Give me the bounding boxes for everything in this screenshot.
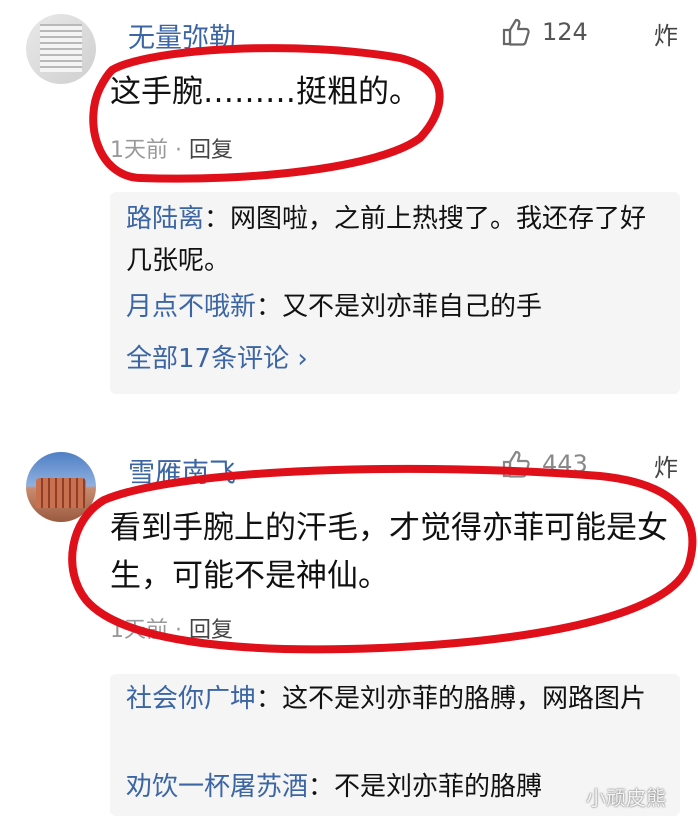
reply-username[interactable]: 月点不哦新 — [126, 292, 256, 322]
comment-meta: 1天前 · 回复 — [110, 132, 233, 164]
comment-item: 雪雁南飞 443 炸 看到手腕上的汗毛，才觉得亦菲可能是女生，可能不是神仙。 1… — [0, 438, 698, 816]
reply-item[interactable]: 劝饮一杯屠苏酒：不是刘亦菲的胳膊 — [126, 766, 666, 808]
avatar[interactable] — [26, 14, 96, 84]
replies-box: 路陆离：网图啦，之前上热搜了。我还存了好几张呢。 月点不哦新：又不是刘亦菲自己的… — [110, 192, 680, 394]
reply-separator: ： — [308, 772, 335, 802]
comment-time: 1天前 — [110, 618, 168, 643]
like-button[interactable]: 443 — [500, 448, 588, 480]
comment-username[interactable]: 无量弥勒 — [128, 16, 236, 55]
comment-text: 看到手腕上的汗毛，才觉得亦菲可能是女生，可能不是神仙。 — [110, 510, 668, 594]
reply-separator: ： — [256, 292, 283, 322]
reply-item[interactable]: 路陆离：网图啦，之前上热搜了。我还存了好几张呢。 — [126, 198, 666, 282]
boom-button[interactable]: 炸 — [654, 16, 678, 51]
reply-item[interactable]: 月点不哦新：又不是刘亦菲自己的手 — [126, 286, 666, 328]
reply-button[interactable]: 回复 — [189, 618, 233, 643]
comment-feed: 无量弥勒 124 炸 这手腕………挺粗的。 1天前 · 回复 路陆离：网图啦，之… — [0, 0, 698, 816]
like-count: 443 — [542, 450, 588, 478]
reply-username[interactable]: 路陆离 — [126, 204, 204, 234]
thumbs-up-icon — [502, 18, 530, 46]
comment-username[interactable]: 雪雁南飞 — [128, 451, 236, 490]
watermark: 小顽皮熊 — [586, 786, 666, 810]
comment-text: 这手腕………挺粗的。 — [110, 74, 420, 110]
reply-separator: ： — [256, 684, 283, 714]
comment-meta: 1天前 · 回复 — [110, 612, 233, 644]
meta-separator: · — [175, 618, 182, 643]
like-count: 124 — [542, 18, 588, 46]
reply-text: 不是刘亦菲的胳膊 — [334, 772, 543, 802]
comment-time: 1天前 — [110, 138, 168, 163]
reply-item[interactable]: 社会你广坤：这不是刘亦菲的胳膊，网路图片 — [126, 678, 666, 720]
meta-separator: · — [175, 138, 182, 163]
view-all-replies-link[interactable]: 全部17条评论 › — [126, 338, 308, 375]
like-button[interactable]: 124 — [500, 16, 588, 48]
thumbs-up-icon — [502, 450, 530, 478]
reply-button[interactable]: 回复 — [189, 138, 233, 163]
avatar-image — [36, 478, 86, 508]
avatar[interactable] — [26, 452, 96, 522]
reply-text: 这不是刘亦菲的胳膊，网路图片 — [282, 684, 647, 714]
reply-text: 又不是刘亦菲自己的手 — [282, 292, 543, 322]
reply-username[interactable]: 社会你广坤 — [126, 684, 256, 714]
avatar-image — [40, 24, 82, 72]
comment-item: 无量弥勒 124 炸 这手腕………挺粗的。 1天前 · 回复 路陆离：网图啦，之… — [0, 0, 698, 430]
reply-username[interactable]: 劝饮一杯屠苏酒 — [126, 772, 308, 802]
boom-button[interactable]: 炸 — [654, 448, 678, 483]
reply-separator: ： — [204, 204, 231, 234]
